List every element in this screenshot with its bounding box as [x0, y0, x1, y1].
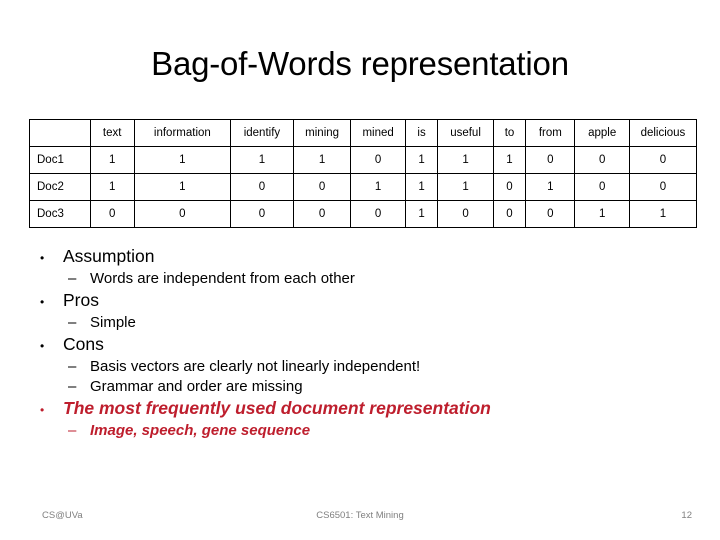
table-cell: 0 — [628, 173, 698, 201]
bullet-dash-icon: – — [68, 270, 77, 287]
table-cell: 0 — [350, 200, 406, 228]
bullet-dot-icon: • — [40, 339, 45, 353]
list-item-label: Cons — [63, 334, 104, 354]
bullet-dash-icon: – — [68, 422, 77, 439]
list-item: • Pros — [40, 289, 680, 313]
table-row: Doc1 1 1 1 1 0 1 1 1 0 0 0 — [29, 146, 698, 174]
table-column-header: delicious — [628, 119, 698, 147]
table-cell: 0 — [492, 173, 527, 201]
table-column-header: text — [89, 119, 135, 147]
bullet-dash-icon: – — [68, 358, 77, 375]
list-item: • Cons — [40, 333, 680, 357]
table-cell: 0 — [133, 200, 232, 228]
list-item-label: Image, speech, gene sequence — [90, 422, 311, 439]
table-cell: 0 — [525, 200, 576, 228]
list-item: – Grammar and order are missing — [40, 377, 680, 397]
table-cell: 0 — [492, 200, 527, 228]
slide-footer: CS@UVa CS6501: Text Mining 12 — [0, 508, 720, 524]
bullet-dash-icon: – — [68, 378, 77, 395]
table-header-row: text information identify mining mined i… — [29, 119, 698, 147]
footer-course-title: CS6501: Text Mining — [316, 510, 404, 521]
bag-of-words-table-container: text information identify mining mined i… — [29, 119, 698, 228]
table-cell: 0 — [437, 200, 494, 228]
table-corner-cell — [29, 119, 91, 147]
bullet-dot-icon: • — [40, 251, 45, 265]
list-item-label: Assumption — [63, 246, 155, 266]
table-cell: 1 — [404, 146, 439, 174]
table-column-header: apple — [574, 119, 630, 147]
table-column-header: useful — [437, 119, 494, 147]
list-item: • Assumption — [40, 245, 680, 269]
table-row-label: Doc3 — [29, 200, 91, 228]
table-cell: 0 — [574, 146, 630, 174]
table-cell: 0 — [230, 200, 294, 228]
table-cell: 0 — [350, 146, 406, 174]
table-cell: 1 — [437, 173, 494, 201]
table-row-label: Doc2 — [29, 173, 91, 201]
table-cell: 1 — [492, 146, 527, 174]
table-cell: 1 — [350, 173, 406, 201]
list-item-label: Simple — [90, 314, 136, 331]
table-column-header: mining — [292, 119, 352, 147]
table-cell: 0 — [628, 146, 698, 174]
table-cell: 0 — [574, 173, 630, 201]
table-column-header: is — [404, 119, 439, 147]
table-cell: 1 — [133, 146, 232, 174]
table-cell: 1 — [574, 200, 630, 228]
table-cell: 0 — [230, 173, 294, 201]
table-cell: 1 — [404, 173, 439, 201]
table-cell: 1 — [89, 173, 135, 201]
list-item-label: Basis vectors are clearly not linearly i… — [90, 358, 421, 375]
bullet-dot-icon: • — [40, 403, 45, 417]
list-item-label: Grammar and order are missing — [90, 378, 303, 395]
table-cell: 1 — [404, 200, 439, 228]
list-item-label: Words are independent from each other — [90, 270, 355, 287]
table-row: Doc2 1 1 0 0 1 1 1 0 1 0 0 — [29, 173, 698, 201]
table-column-header: mined — [350, 119, 406, 147]
list-item-highlighted: • The most frequently used document repr… — [40, 397, 680, 421]
table-cell: 0 — [89, 200, 135, 228]
table-cell: 1 — [89, 146, 135, 174]
slide-number: 12 — [681, 510, 692, 521]
list-item-label: The most frequently used document repres… — [63, 398, 491, 418]
table-column-header: from — [525, 119, 576, 147]
table-cell: 1 — [292, 146, 352, 174]
list-item: – Simple — [40, 313, 680, 333]
list-item: – Words are independent from each other — [40, 269, 680, 289]
table-column-header: to — [492, 119, 527, 147]
table-cell: 1 — [437, 146, 494, 174]
list-item: – Basis vectors are clearly not linearly… — [40, 357, 680, 377]
table-cell: 1 — [525, 173, 576, 201]
content-bullet-list: • Assumption – Words are independent fro… — [40, 245, 680, 441]
bullet-dot-icon: • — [40, 295, 45, 309]
table-cell: 1 — [628, 200, 698, 228]
bullet-dash-icon: – — [68, 314, 77, 331]
table-cell: 1 — [230, 146, 294, 174]
table-column-header: information — [133, 119, 232, 147]
list-item-label: Pros — [63, 290, 99, 310]
table-cell: 0 — [525, 146, 576, 174]
list-item-highlighted: – Image, speech, gene sequence — [40, 421, 680, 441]
page-title: Bag-of-Words representation — [151, 45, 569, 82]
table-row-label: Doc1 — [29, 146, 91, 174]
bag-of-words-table: text information identify mining mined i… — [29, 119, 698, 228]
table-cell: 1 — [133, 173, 232, 201]
table-column-header: identify — [230, 119, 294, 147]
table-cell: 0 — [292, 173, 352, 201]
table-row: Doc3 0 0 0 0 0 1 0 0 0 1 1 — [29, 200, 698, 228]
table-cell: 0 — [292, 200, 352, 228]
